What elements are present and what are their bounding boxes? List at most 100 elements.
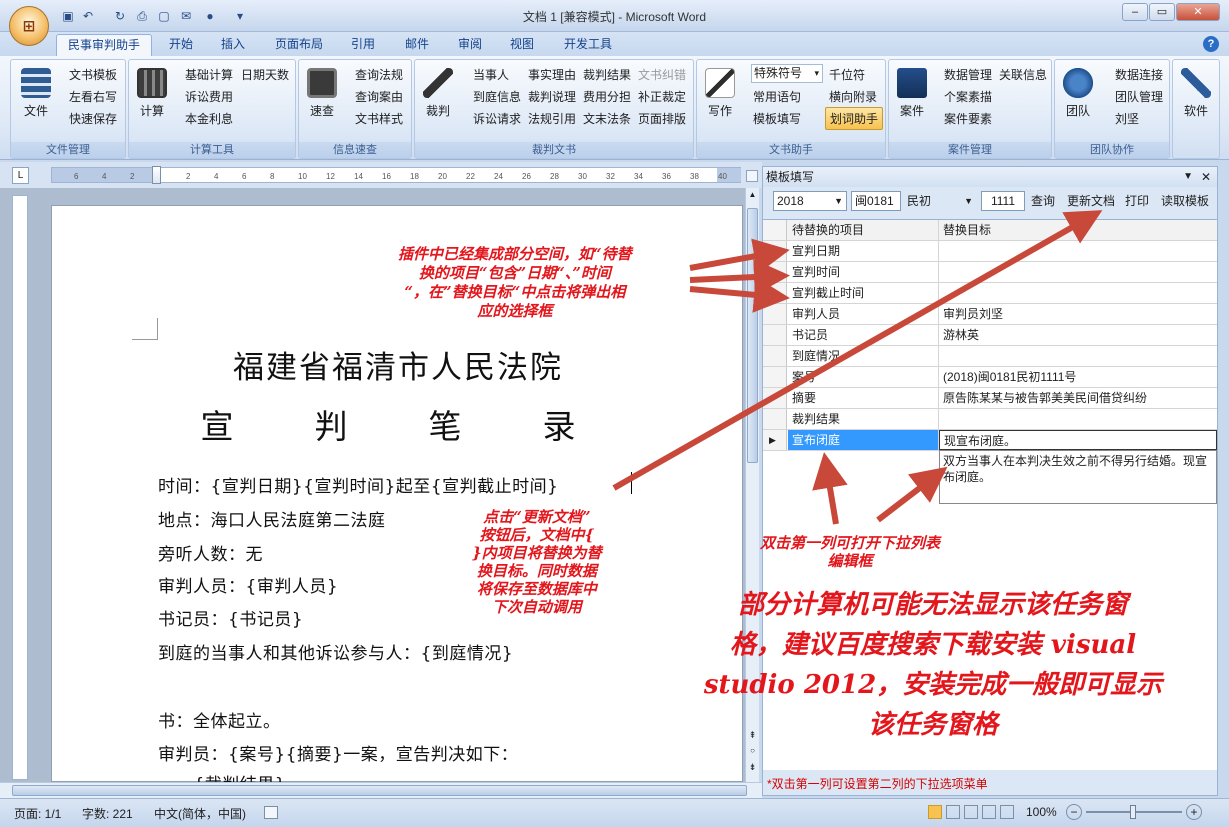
team-mgmt-button[interactable]: 团队管理 <box>1115 88 1163 105</box>
grid-cell-item[interactable]: 摘要 <box>788 388 939 408</box>
template-fill-button[interactable]: 模板填写 <box>753 110 801 127</box>
minimize-button[interactable]: – <box>1122 3 1148 21</box>
row-selector[interactable]: ▶ <box>763 430 787 450</box>
query-law-button[interactable]: 查询法规 <box>355 66 403 83</box>
grid-cell-item[interactable]: 裁判结果 <box>788 409 939 429</box>
zoom-in-icon[interactable]: + <box>1186 804 1202 820</box>
grid-cell-item[interactable]: 到庭情况 <box>788 346 939 366</box>
draft-icon[interactable] <box>1000 805 1014 819</box>
result-button[interactable]: 裁判结果 <box>583 66 631 83</box>
save-icon[interactable]: ▣ <box>60 8 76 24</box>
lookup-button[interactable]: 速查 <box>305 68 339 119</box>
horizontal-ruler[interactable]: 6 4 2 2 4 6 8 10 12 14 16 18 20 22 24 26 28 30 32 34 36 38 40 <box>51 166 741 184</box>
print-preview-icon[interactable]: ⎙ <box>134 8 150 24</box>
party-button[interactable]: 当事人 <box>473 66 509 83</box>
look-write-button[interactable]: 左看右写 <box>69 88 117 105</box>
row-selector[interactable] <box>763 346 787 366</box>
grid-row[interactable]: 书记员 游林英 <box>763 325 1217 346</box>
web-layout-icon[interactable] <box>964 805 978 819</box>
calc-button[interactable]: 计算 <box>135 68 169 119</box>
quick-save-button[interactable]: 快速保存 <box>69 110 117 127</box>
grid-cell-item[interactable]: 案号 <box>788 367 939 387</box>
query-button[interactable]: 查询 <box>1027 191 1059 211</box>
macro-record-icon[interactable] <box>264 806 278 819</box>
grid-cell-item[interactable]: 宣判日期 <box>788 241 939 261</box>
next-page-icon[interactable]: ⇟ <box>747 762 758 774</box>
zoom-out-icon[interactable]: − <box>1066 804 1082 820</box>
view-ruler-icon[interactable] <box>746 170 758 182</box>
grid-cell-target[interactable]: 游林英 <box>939 325 1217 345</box>
page-format-button[interactable]: 页面排版 <box>638 110 686 127</box>
common-phrase-button[interactable]: 常用语句 <box>753 88 801 105</box>
related-info-button[interactable]: 关联信息 <box>999 66 1047 83</box>
grid-row[interactable]: 宣判时间 <box>763 262 1217 283</box>
print-layout-icon[interactable] <box>928 805 942 819</box>
amend-ruling-button[interactable]: 补正裁定 <box>638 88 686 105</box>
landscape-appendix-button[interactable]: 横向附录 <box>829 88 877 105</box>
year-select[interactable]: 2018 ▼ <box>773 191 847 211</box>
tab-mailings[interactable]: 邮件 <box>394 34 440 56</box>
spell-icon[interactable]: ● <box>202 8 218 24</box>
document-page[interactable]: 福建省福清市人民法院 宣 判 笔 录 时间：{宣判日期}{宣判时间}起至{宣判截… <box>51 205 743 795</box>
row-selector[interactable] <box>763 325 787 345</box>
load-template-button[interactable]: 读取模板 <box>1157 191 1213 211</box>
grid-cell-target[interactable]: (2018)闽0181民初1111号 <box>939 367 1217 387</box>
query-cause-button[interactable]: 查询案由 <box>355 88 403 105</box>
hscroll-thumb[interactable] <box>12 785 747 796</box>
grid-cell-target[interactable]: 原告陈某某与被告郭美美民间借贷纠纷 <box>939 388 1217 408</box>
indent-marker[interactable] <box>152 166 161 184</box>
tab-developer[interactable]: 开发工具 <box>552 34 624 56</box>
pane-menu-icon[interactable]: ▼ <box>1183 167 1193 187</box>
cite-law-button[interactable]: 法规引用 <box>528 110 576 127</box>
case-number-input[interactable]: 1111 <box>981 191 1025 211</box>
team-button[interactable]: 团队 <box>1061 68 1095 119</box>
language[interactable]: 中文(简体，中国) <box>154 805 246 822</box>
row-selector[interactable] <box>763 241 787 261</box>
date-days-button[interactable]: 日期天数 <box>241 66 289 83</box>
correction-button[interactable]: 文书纠错 <box>638 66 686 83</box>
claims-button[interactable]: 诉讼请求 <box>473 110 521 127</box>
grid-cell-target[interactable] <box>939 409 1217 429</box>
print-button[interactable]: 打印 <box>1121 191 1153 211</box>
grid-cell-item[interactable]: 审判人员 <box>788 304 939 324</box>
new-icon[interactable]: ▢ <box>156 8 172 24</box>
result-dropdown-editor[interactable]: 双方当事人在本判决生效之前不得另行结婚。现宣布闭庭。 <box>939 450 1217 504</box>
grid-cell-item[interactable]: 书记员 <box>788 325 939 345</box>
zoom-level[interactable]: 100% <box>1026 805 1057 819</box>
scroll-up-icon[interactable]: ▲ <box>747 190 758 202</box>
horizontal-scrollbar[interactable] <box>0 782 762 798</box>
grid-row[interactable]: ▶ 宣布闭庭 现宣布闭庭。 <box>763 430 1217 451</box>
undo-icon[interactable]: ↶ <box>80 8 96 24</box>
tab-layout[interactable]: 页面布局 <box>262 34 336 56</box>
end-law-button[interactable]: 文末法条 <box>583 110 631 127</box>
file-button[interactable]: 文件 <box>19 68 53 119</box>
grid-row[interactable]: 案号 (2018)闽0181民初1111号 <box>763 367 1217 388</box>
grid-cell-target[interactable]: 审判员刘坚 <box>939 304 1217 324</box>
facts-button[interactable]: 事实理由 <box>528 66 576 83</box>
mail-icon[interactable]: ✉ <box>178 8 194 24</box>
grid-row[interactable]: 宣判日期 <box>763 241 1217 262</box>
special-symbol-dropdown[interactable]: 特殊符号 ▾ <box>751 64 823 83</box>
page-count[interactable]: 页面: 1/1 <box>14 805 61 822</box>
data-mgmt-button[interactable]: 数据管理 <box>944 66 992 83</box>
office-button[interactable]: ⊞ <box>9 6 49 46</box>
tab-minshi[interactable]: 民事审判助手 <box>56 34 152 56</box>
scroll-thumb[interactable] <box>747 208 758 463</box>
grid-cell-item[interactable]: 宣判时间 <box>788 262 939 282</box>
browse-object-icon[interactable]: ○ <box>747 746 758 758</box>
grid-row[interactable]: 到庭情况 <box>763 346 1217 367</box>
row-selector[interactable] <box>763 367 787 387</box>
update-document-button[interactable]: 更新文档 <box>1063 191 1119 211</box>
redo-icon[interactable]: ↻ <box>112 8 128 24</box>
row-selector[interactable] <box>763 388 787 408</box>
tab-references[interactable]: 引用 <box>340 34 386 56</box>
row-selector[interactable] <box>763 262 787 282</box>
word-helper-button[interactable]: 划词助手 <box>825 107 884 130</box>
grid-cell-item[interactable]: 宣布闭庭 <box>788 430 939 450</box>
word-count[interactable]: 字数: 221 <box>82 805 133 822</box>
attendance-button[interactable]: 到庭信息 <box>473 88 521 105</box>
grid-cell-target[interactable] <box>939 262 1217 282</box>
outline-icon[interactable] <box>982 805 996 819</box>
court-code-input[interactable]: 闽0181 <box>851 191 901 211</box>
full-screen-icon[interactable] <box>946 805 960 819</box>
